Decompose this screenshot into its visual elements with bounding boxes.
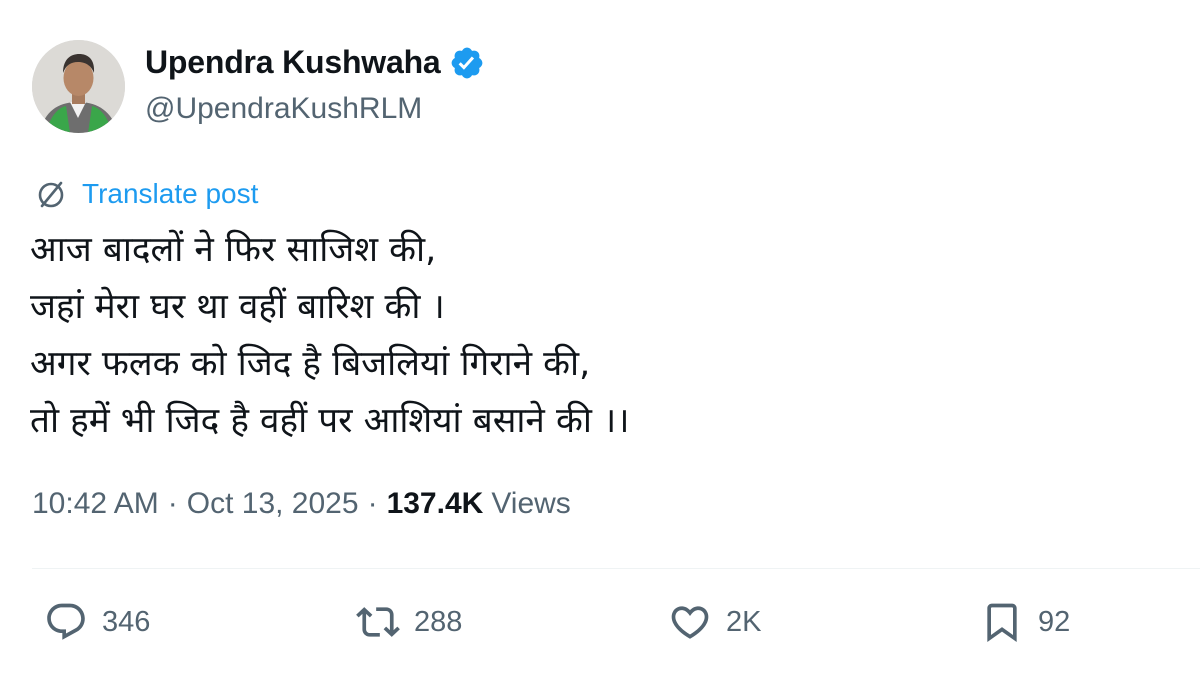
- repost-button[interactable]: 288: [356, 600, 462, 644]
- translate-post-label: Translate post: [82, 178, 259, 209]
- like-count: 2K: [726, 605, 762, 638]
- tweet-card: Upendra Kushwaha @UpendraKushRLM Transla…: [0, 0, 1200, 675]
- views-label: Views: [491, 487, 571, 520]
- meta-separator: ·: [167, 487, 178, 520]
- views-count: 137.4K: [386, 487, 484, 520]
- like-button[interactable]: 2K: [668, 600, 761, 644]
- author-handle[interactable]: @UpendraKushRLM: [145, 92, 422, 126]
- tweet-text: आज बादलों ने फिर साजिश की, जहां मेरा घर …: [30, 222, 630, 450]
- reply-button[interactable]: 346: [44, 600, 150, 644]
- tweet-date[interactable]: Oct 13, 2025: [187, 487, 359, 521]
- tweet-line: तो हमें भी जिद है वहीं पर आशियां बसाने क…: [30, 401, 630, 441]
- meta-separator: ·: [367, 487, 378, 520]
- tweet-time[interactable]: 10:42 AM: [32, 487, 159, 521]
- bookmark-count: 92: [1038, 605, 1071, 638]
- author-display-name[interactable]: Upendra Kushwaha: [145, 44, 441, 81]
- reply-icon: [47, 603, 85, 640]
- bookmark-button[interactable]: 92: [980, 600, 1070, 644]
- translate-post-link[interactable]: Translate post: [34, 177, 258, 211]
- repost-count: 288: [414, 605, 463, 638]
- reply-count: 346: [102, 605, 151, 638]
- repost-icon: [356, 607, 400, 637]
- globe-icon: [38, 181, 64, 208]
- profile-photo: [32, 40, 125, 133]
- tweet-line: आज बादलों ने फिर साजिश की,: [30, 230, 437, 270]
- avatar[interactable]: [32, 40, 125, 133]
- verified-badge-icon[interactable]: [449, 45, 485, 81]
- bookmark-icon: [987, 603, 1017, 643]
- tweet-meta: 10:42 AM · Oct 13, 2025 · 137.4K Views: [32, 487, 571, 521]
- divider: [32, 568, 1200, 569]
- author-name-row[interactable]: Upendra Kushwaha: [145, 44, 485, 81]
- tweet-line: जहां मेरा घर था वहीं बारिश की ।: [30, 287, 445, 327]
- heart-icon: [671, 606, 709, 639]
- tweet-line: अगर फलक को जिद है बिजलियां गिराने की,: [30, 344, 591, 384]
